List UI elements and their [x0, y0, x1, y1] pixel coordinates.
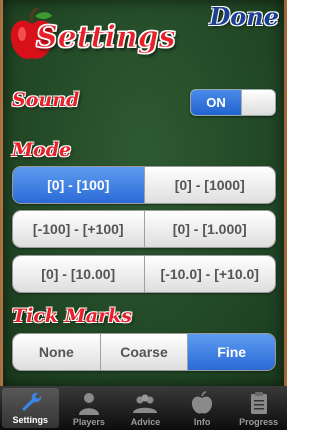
tick-option-coarse[interactable]: Coarse [99, 334, 188, 370]
mode-option[interactable]: [0] - [1.000] [143, 211, 275, 247]
tab-progress[interactable]: Progress [230, 386, 287, 430]
toggle-knob[interactable] [241, 90, 275, 115]
tab-info[interactable]: Info [174, 386, 231, 430]
tick-marks-label: Tick Marks [12, 305, 132, 327]
people-icon [133, 394, 158, 413]
mode-row-2: [-100] - [+100] [0] - [1.000] [12, 210, 276, 248]
tab-label: Players [72, 417, 105, 427]
page-title: Settings [36, 20, 177, 56]
mode-option[interactable]: [0] - [1000] [143, 167, 275, 203]
tab-settings[interactable]: Settings [2, 388, 59, 428]
tick-option-fine[interactable]: Fine [187, 334, 275, 370]
mode-label: Mode [12, 139, 72, 161]
mode-option[interactable]: [0] - [10.00] [13, 256, 144, 292]
tab-bar: Settings Players Advice Info Progress [0, 386, 287, 430]
sound-toggle[interactable]: ON [190, 89, 276, 116]
tab-label: Advice [130, 417, 161, 427]
person-icon [78, 393, 99, 415]
mode-option[interactable]: [-100] - [+100] [13, 211, 144, 247]
sound-toggle-on-label: ON [191, 90, 241, 115]
tab-label: Info [193, 417, 211, 427]
wrench-icon [22, 392, 42, 411]
mode-row-1: [0] - [100] [0] - [1000] [12, 166, 276, 204]
done-button[interactable]: Done [209, 2, 279, 31]
apple-icon [191, 391, 213, 414]
clipboard-icon [250, 392, 267, 414]
tick-marks-control: None Coarse Fine [12, 333, 276, 371]
mode-row-3: [0] - [10.00] [-10.0] - [+10.0] [12, 255, 276, 293]
mode-option[interactable]: [-10.0] - [+10.0] [143, 256, 275, 292]
tab-label: Progress [239, 417, 279, 427]
sound-label: Sound [12, 89, 80, 111]
tab-label: Settings [12, 415, 49, 425]
tab-advice[interactable]: Advice [117, 386, 174, 430]
mode-option[interactable]: [0] - [100] [13, 167, 144, 203]
tick-option-none[interactable]: None [13, 334, 100, 370]
tab-players[interactable]: Players [61, 386, 118, 430]
